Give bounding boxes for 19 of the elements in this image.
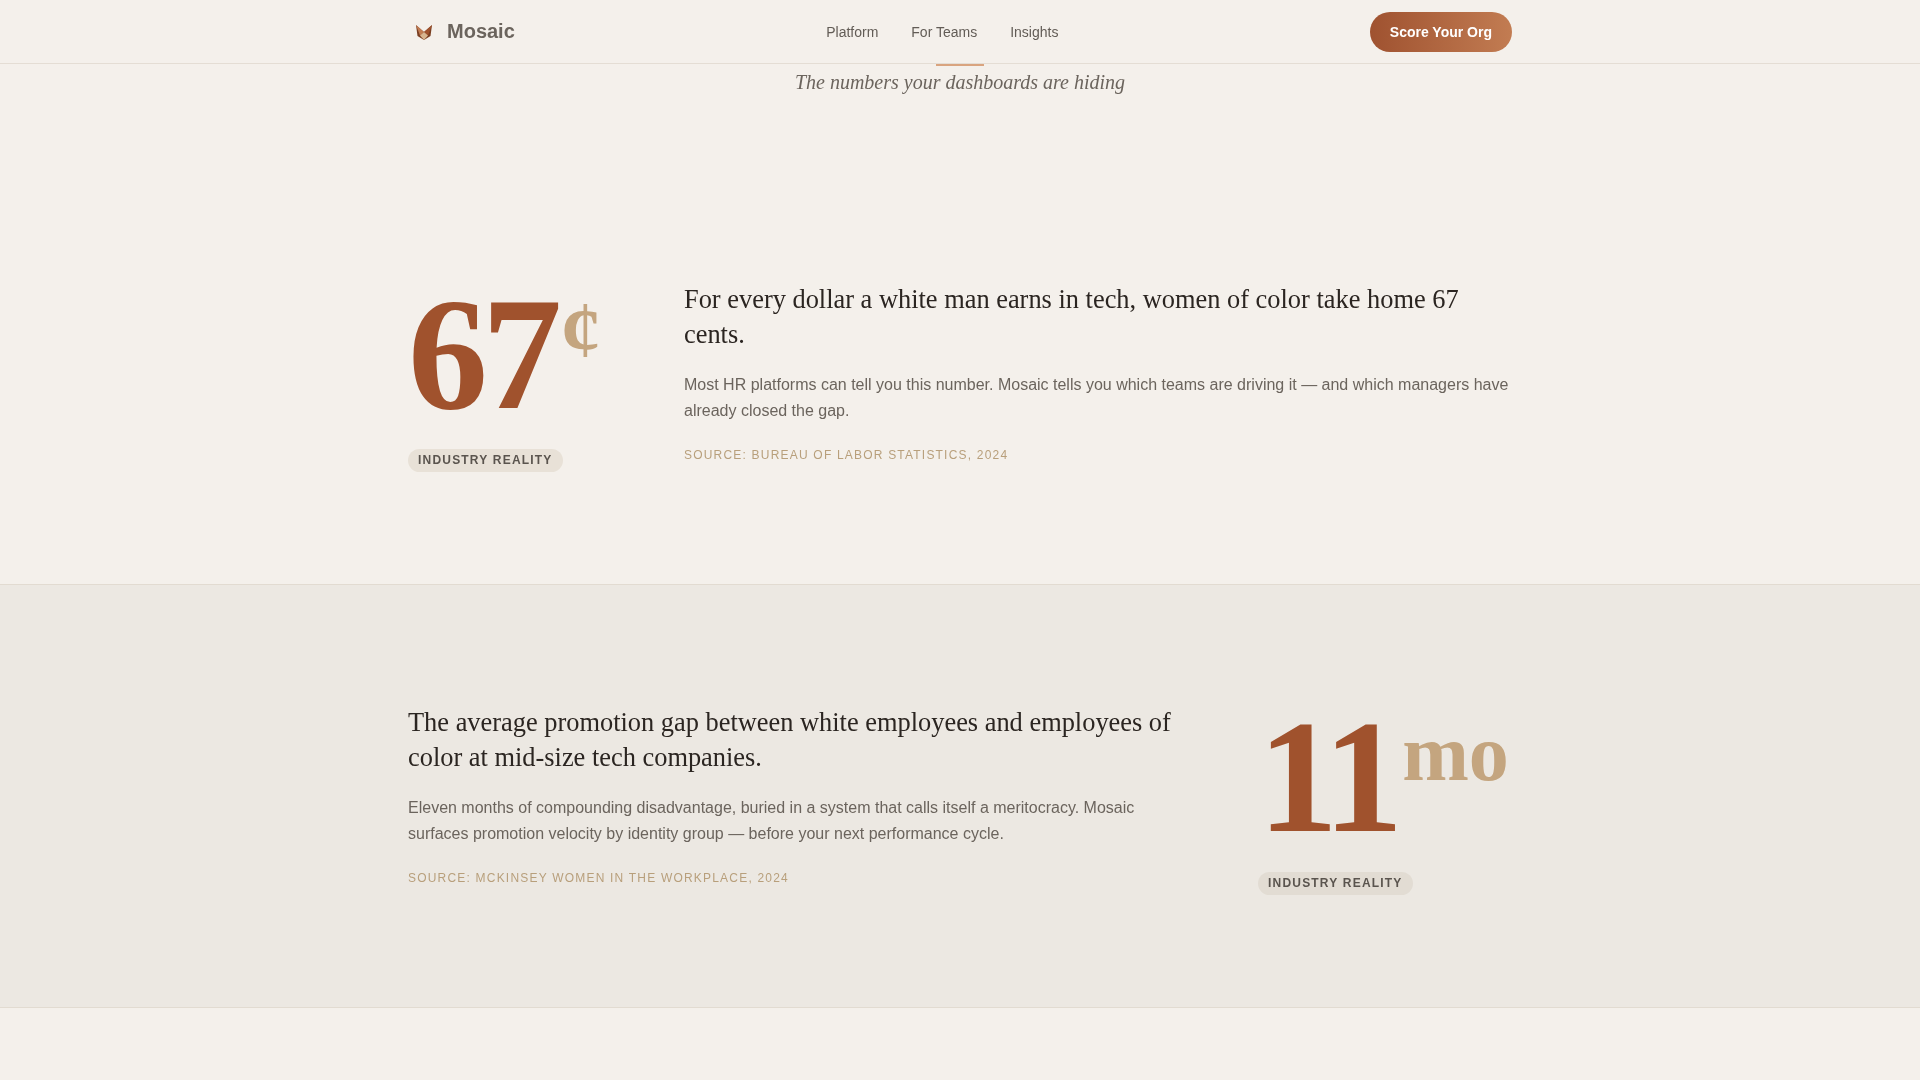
stat-number: 67 (408, 274, 556, 434)
category-badge: INDUSTRY REALITY (1258, 872, 1413, 895)
source-note: SOURCE: BUREAU OF LABOR STATISTICS, 2024 (684, 447, 1010, 464)
nav-link[interactable]: For Teams (911, 23, 978, 40)
nav-link[interactable]: Platform (826, 23, 879, 40)
nav-link[interactable]: Insights (1010, 23, 1059, 40)
stat-description: Most HR platforms can tell you this number. Mosaic tells you which teams are driving it — and which managers have already closed the gap. (684, 375, 1510, 421)
source-note: SOURCE: MCKINSEY WOMEN IN THE WORKPLACE, 2024 (408, 870, 790, 887)
brand-name: Mosaic (447, 20, 515, 43)
stat-number: 11 (1258, 697, 1398, 857)
stat-unit: mo (1402, 713, 1509, 793)
section-subtitle: The numbers your dashboards are hiding (794, 70, 1126, 96)
stat-description: Eleven months of compounding disadvantage, buried in a system that calls itself a meritocracy. Mosaic surfaces promotion velocity by identity group — before your next performance cycle. (408, 798, 1136, 844)
logo-icon (415, 22, 433, 41)
category-badge: INDUSTRY REALITY (408, 449, 563, 472)
stat-headline: For every dollar a white man earns in tech, women of color take home 67 cents. (684, 283, 1460, 351)
cta-button[interactable]: Score Your Org (1369, 11, 1512, 52)
stat-unit: ¢ (561, 290, 601, 370)
stat-headline: The average promotion gap between white employees and employees of color at mid-size tech companies. (408, 706, 1172, 774)
